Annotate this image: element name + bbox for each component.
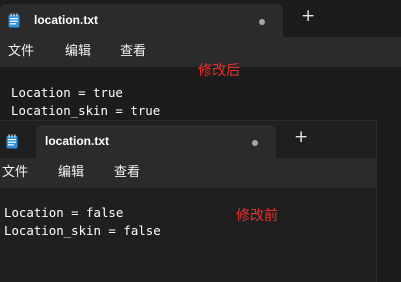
new-tab-button[interactable]: + — [294, 128, 308, 146]
menu-bar: 文件 编辑 查看 — [0, 158, 376, 188]
annotation-before: 修改前 — [236, 208, 278, 224]
menu-file[interactable]: 文件 — [8, 44, 34, 59]
annotation-after: 修改后 — [198, 63, 240, 79]
notepad-icon — [6, 134, 18, 149]
new-tab-button[interactable]: + — [301, 7, 315, 25]
menu-view[interactable]: 查看 — [114, 165, 140, 180]
tab-title: location.txt — [45, 134, 110, 148]
tab-bar: location.txt + — [0, 121, 376, 158]
code-line-2: Location_skin = true — [11, 103, 161, 118]
tab-bar: location.txt + — [0, 0, 401, 37]
menu-file[interactable]: 文件 — [2, 165, 28, 180]
tab-title: location.txt — [34, 13, 99, 27]
text-editor[interactable]: 修改前 Location = false Location_skin = fal… — [0, 188, 376, 282]
unsaved-dot-icon[interactable] — [252, 140, 258, 146]
unsaved-dot-icon[interactable] — [259, 19, 265, 25]
notepad-icon — [8, 13, 20, 28]
menu-edit[interactable]: 编辑 — [58, 165, 84, 180]
tab-location-txt[interactable]: location.txt — [0, 4, 283, 37]
code-line-1: Location = true — [11, 85, 123, 100]
menu-edit[interactable]: 编辑 — [65, 44, 91, 59]
menu-view[interactable]: 查看 — [120, 44, 146, 59]
code-line-1: Location = false — [4, 205, 124, 220]
notepad-window-before: location.txt + 文件 编辑 查看 修改前 Location = f… — [0, 120, 377, 282]
tab-location-txt[interactable]: location.txt — [6, 125, 276, 158]
code-line-2: Location_skin = false — [4, 223, 161, 238]
